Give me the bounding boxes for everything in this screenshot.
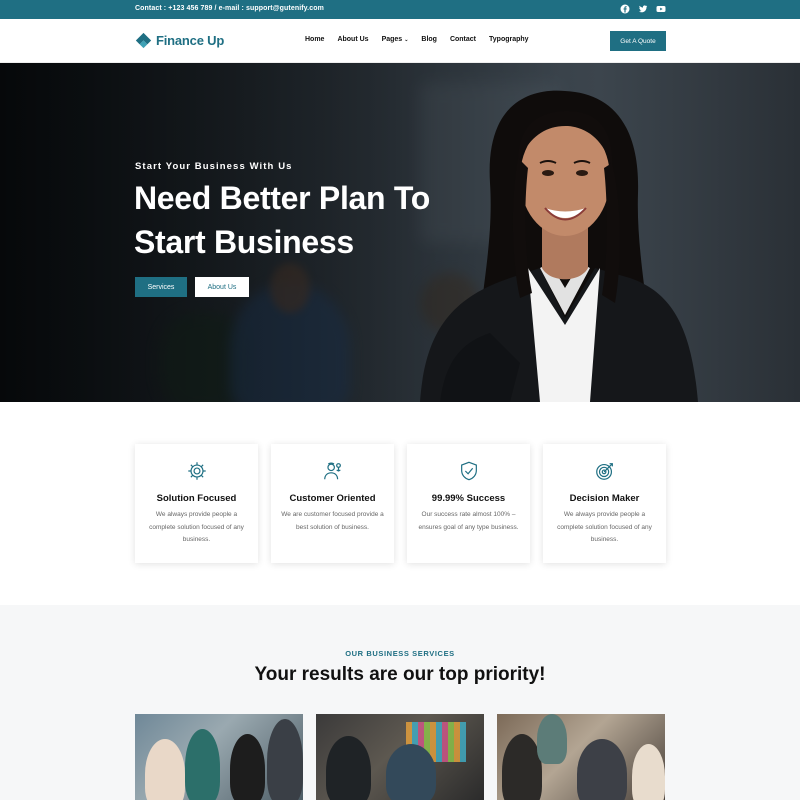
person-figure [577, 739, 627, 800]
feature-card: 99.99% Success Our success rate almost 1… [407, 444, 530, 563]
person-figure [145, 739, 185, 800]
get-quote-button[interactable]: Get A Quote [610, 31, 666, 51]
nav-about-us[interactable]: About Us [337, 36, 368, 43]
about-us-button[interactable]: About Us [195, 277, 249, 297]
customer-icon [322, 460, 344, 482]
youtube-icon[interactable] [656, 4, 666, 14]
feature-title: Customer Oriented [289, 493, 376, 504]
person-figure [502, 734, 542, 800]
nav-pages[interactable]: Pages ⌄ [382, 36, 409, 43]
contact-info: Contact : +123 456 789 / e-mail : suppor… [135, 5, 324, 12]
social-links [620, 4, 666, 14]
feature-title: Solution Focused [156, 493, 237, 504]
chevron-down-icon: ⌄ [404, 37, 409, 43]
top-bar: Contact : +123 456 789 / e-mail : suppor… [0, 0, 800, 19]
person-figure [267, 719, 303, 800]
main-navbar: Finance Up Home About Us Pages ⌄ Blog Con… [0, 19, 800, 63]
hero-title-line-2: Start Business [134, 224, 354, 260]
service-image-meeting[interactable] [135, 714, 303, 800]
gear-icon [186, 460, 208, 482]
hero-section: Start Your Business With Us Need Better … [0, 63, 800, 402]
hero-title-line-1: Need Better Plan To [134, 180, 430, 216]
nav-contact[interactable]: Contact [450, 36, 476, 43]
person-figure [326, 736, 371, 800]
logo-text: Finance Up [156, 33, 225, 48]
feature-card: Solution Focused We always provide peopl… [135, 444, 258, 563]
person-figure [632, 744, 665, 800]
shield-check-icon [458, 460, 480, 482]
nav-typography[interactable]: Typography [489, 36, 529, 43]
person-figure [537, 714, 567, 764]
twitter-icon[interactable] [638, 4, 648, 14]
services-section: OUR BUSINESS SERVICES Your results are o… [0, 605, 800, 800]
main-menu: Home About Us Pages ⌄ Blog Contact Typogr… [305, 36, 529, 43]
services-button[interactable]: Services [135, 277, 187, 297]
feature-title: Decision Maker [569, 493, 640, 504]
nav-blog[interactable]: Blog [421, 36, 437, 43]
hero-title: Need Better Plan To Start Business [134, 176, 494, 264]
feature-title: 99.99% Success [431, 493, 506, 504]
site-logo[interactable]: Finance Up [135, 32, 224, 49]
feature-description: We are customer focused provide a best s… [281, 511, 384, 531]
feature-description: Our success rate almost 100% – ensures g… [418, 511, 519, 531]
feature-description: We always provide people a complete solu… [557, 511, 652, 543]
logo-icon [135, 32, 152, 49]
service-image-office[interactable] [316, 714, 484, 800]
feature-card: Decision Maker We always provide people … [543, 444, 666, 563]
person-figure [230, 734, 265, 800]
nav-pages-label: Pages [381, 36, 403, 43]
features-section: Solution Focused We always provide peopl… [0, 402, 800, 605]
services-eyebrow: OUR BUSINESS SERVICES [345, 649, 455, 658]
feature-card: Customer Oriented We are customer focuse… [271, 444, 394, 563]
services-title: Your results are our top priority! [254, 664, 546, 685]
hero-subtitle: Start Your Business With Us [135, 161, 293, 172]
facebook-icon[interactable] [620, 4, 630, 14]
feature-description: We always provide people a complete solu… [149, 511, 244, 543]
person-figure [386, 744, 436, 800]
service-image-team[interactable] [497, 714, 665, 800]
nav-home[interactable]: Home [305, 36, 324, 43]
target-icon [594, 460, 616, 482]
person-figure [185, 729, 220, 800]
